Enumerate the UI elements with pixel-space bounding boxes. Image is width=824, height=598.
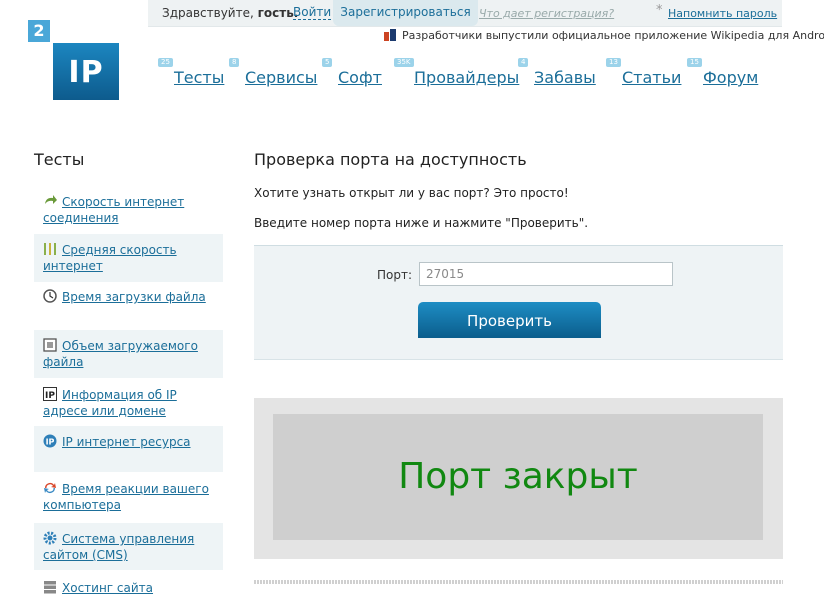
sidebar-item-file-size[interactable]: Объем загружаемого файла	[34, 330, 223, 378]
sidebar-item-label[interactable]: Система управления сайтом (CMS)	[43, 532, 194, 562]
sidebar-item-ip-resource[interactable]: IP IP интернет ресурса	[34, 426, 223, 472]
sidebar-item-label[interactable]: Время загрузки файла	[62, 290, 206, 304]
sidebar-item-label[interactable]: Хостинг сайта	[62, 581, 153, 595]
nav-count: 13	[606, 58, 621, 67]
sidebar-item-hosting[interactable]: Хостинг сайта	[34, 576, 223, 595]
intro-text: Хотите узнать открыт ли у вас порт? Это …	[254, 186, 569, 200]
gear-icon	[43, 531, 57, 545]
nav-item-providers[interactable]: 35K Провайдеры	[394, 58, 519, 87]
nav-item-articles[interactable]: 13 Статьи	[606, 58, 681, 87]
ip-icon: IP	[43, 387, 57, 401]
nav-count: 5	[322, 58, 333, 67]
sidebar-title: Тесты	[34, 150, 85, 169]
top-bar: Здравствуйте, гость. Войти Зарегистриров…	[148, 0, 782, 27]
login-link[interactable]: Войти	[293, 5, 332, 20]
nav-count: 25	[158, 58, 173, 67]
server-icon	[43, 580, 57, 594]
sidebar-item-ip-info[interactable]: IP Информация об IP адресе или домене	[34, 383, 223, 427]
result-text: Порт закрыт	[398, 456, 638, 497]
nav-item-tests[interactable]: 25 Тесты	[158, 58, 224, 87]
check-button[interactable]: Проверить	[418, 302, 601, 338]
register-tab[interactable]: Зарегистрироваться	[333, 0, 478, 26]
speed-arrow-icon	[43, 194, 57, 208]
sidebar-item-reaction-time[interactable]: Время реакции вашего компьютера	[34, 477, 223, 521]
sidebar-item-label[interactable]: Средняя скорость интернет	[43, 243, 177, 273]
nav-label[interactable]: Тесты	[174, 68, 224, 87]
sidebar-item-cms[interactable]: Система управления сайтом (CMS)	[34, 523, 223, 570]
result-panel: Порт закрыт	[254, 398, 783, 559]
nav-item-services[interactable]: 8 Сервисы	[229, 58, 317, 87]
port-input[interactable]	[419, 262, 673, 286]
sidebar-item-label[interactable]: IP интернет ресурса	[62, 435, 191, 449]
sidebar-item-connection-speed[interactable]: Скорость интернет соединения	[34, 190, 223, 234]
nav-count: 35K	[394, 58, 414, 67]
nav-item-fun[interactable]: 4 Забавы	[518, 58, 596, 87]
port-check-form: Порт: Проверить	[254, 245, 783, 360]
result-box: Порт закрыт	[273, 414, 763, 540]
remind-password-link[interactable]: Напомнить пароль	[668, 7, 777, 20]
news-text: Разработчики выпустили официальное прило…	[402, 29, 824, 42]
sidebar-item-label[interactable]: Информация об IP адресе или домене	[43, 388, 177, 418]
site-logo[interactable]: IP	[53, 43, 119, 100]
refresh-icon	[43, 481, 57, 495]
sidebar-item-download-time[interactable]: Время загрузки файла	[34, 285, 223, 329]
nav-label[interactable]: Форум	[703, 68, 758, 87]
greeting: Здравствуйте, гость.	[162, 6, 299, 20]
nav-item-forum[interactable]: 15 Форум	[687, 58, 758, 87]
nav-label[interactable]: Забавы	[534, 68, 596, 87]
nav-label[interactable]: Провайдеры	[414, 68, 519, 87]
ip-globe-icon: IP	[43, 434, 57, 448]
svg-text:IP: IP	[45, 391, 55, 401]
port-label: Порт:	[377, 268, 413, 282]
nav-label[interactable]: Софт	[338, 68, 382, 87]
svg-text:IP: IP	[46, 438, 55, 447]
pb-logo-icon	[384, 29, 398, 41]
sidebar-item-label[interactable]: Объем загружаемого файла	[43, 339, 198, 369]
clock-icon	[43, 289, 57, 303]
instruction-text: Введите номер порта ниже и нажмите "Пров…	[254, 216, 589, 230]
sidebar-item-label[interactable]: Время реакции вашего компьютера	[43, 482, 209, 512]
nav-count: 15	[687, 58, 702, 67]
logo-badge[interactable]: 2	[28, 20, 50, 42]
box-icon	[43, 338, 57, 352]
sidebar-item-label[interactable]: Скорость интернет соединения	[43, 195, 184, 225]
bars-icon	[43, 242, 57, 256]
nav-item-soft[interactable]: 5 Софт	[322, 58, 382, 87]
star-mark: *	[656, 3, 663, 18]
page-title: Проверка порта на доступность	[254, 150, 527, 169]
nav-count: 8	[229, 58, 240, 67]
divider	[254, 580, 783, 584]
nav-label[interactable]: Статьи	[622, 68, 681, 87]
what-registration-link[interactable]: Что дает регистрация?	[479, 7, 614, 20]
nav-label[interactable]: Сервисы	[245, 68, 317, 87]
sidebar-item-average-speed[interactable]: Средняя скорость интернет	[34, 234, 223, 282]
news-line[interactable]: Разработчики выпустили официальное прило…	[384, 29, 824, 42]
nav-count: 4	[518, 58, 529, 67]
